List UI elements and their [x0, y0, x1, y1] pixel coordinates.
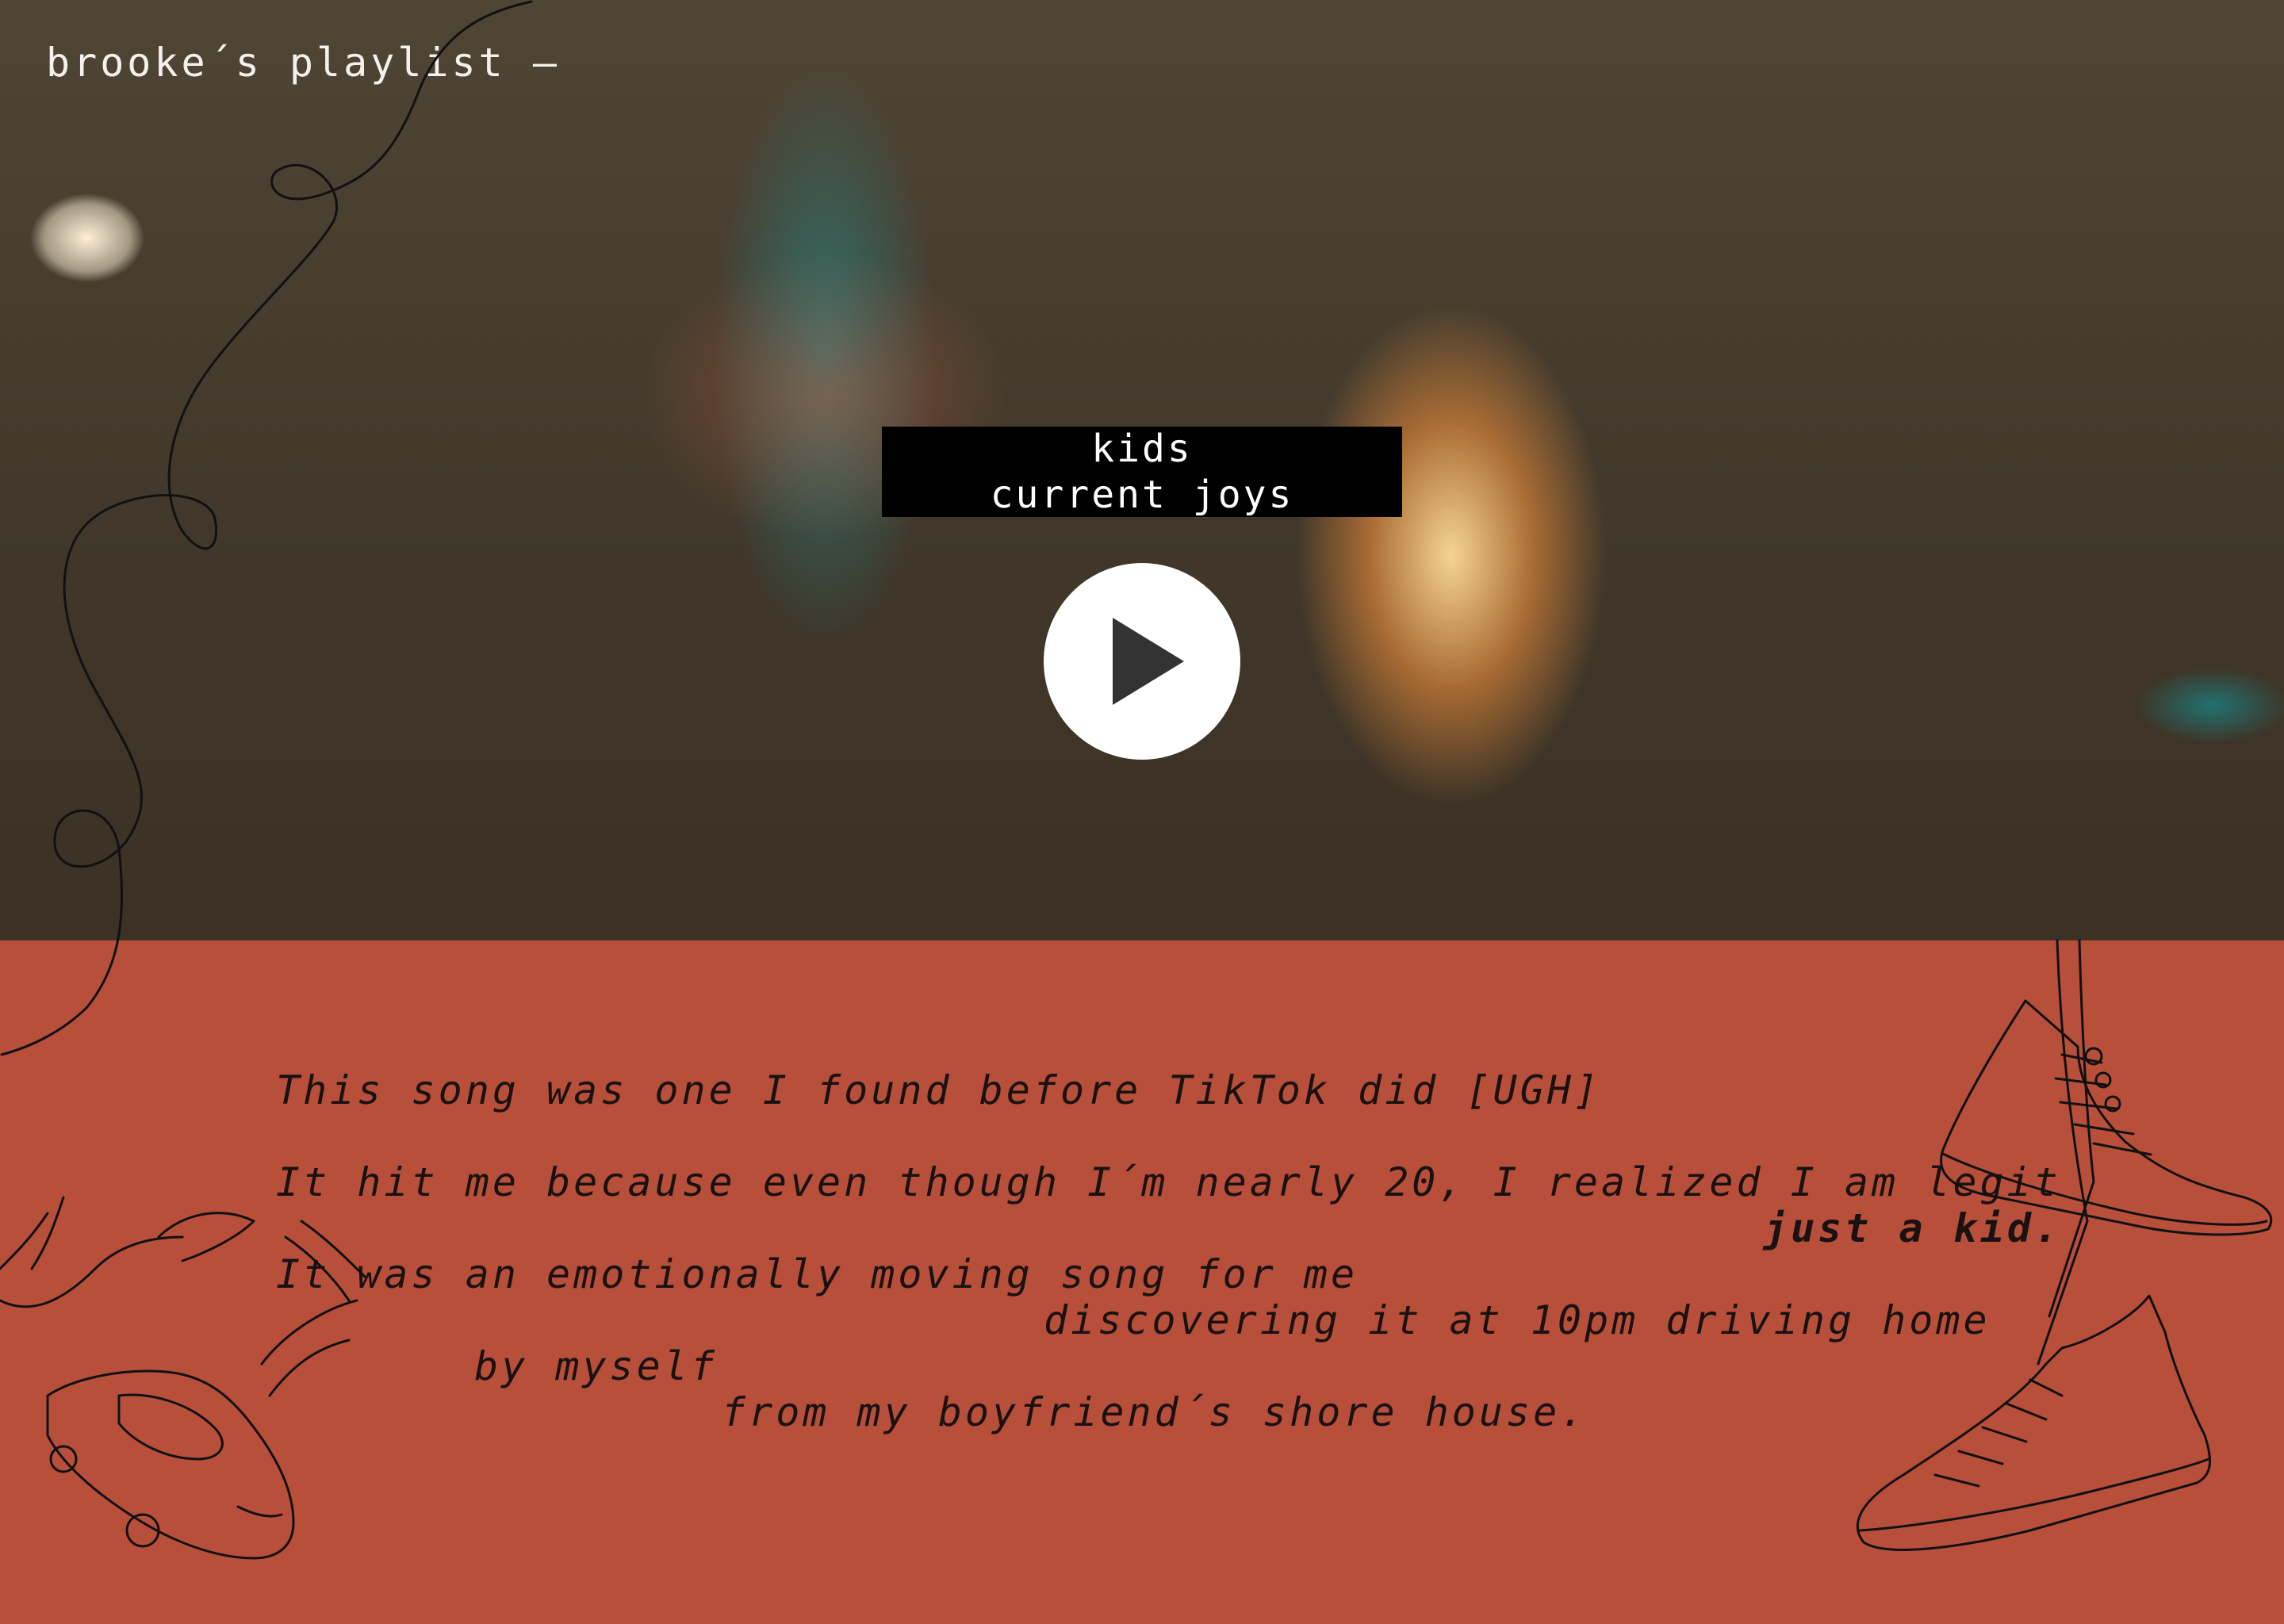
- note-line: by myself: [474, 1343, 718, 1389]
- note-line-emphasis: just a kid.: [1764, 1205, 2062, 1251]
- note-line: This song was one I found before TikTok …: [276, 1067, 1602, 1113]
- note-line: from my boyfriend´s shore house.: [722, 1389, 1588, 1435]
- hero-photo: brooke´s playlist — kids current joys: [0, 0, 2284, 940]
- play-button[interactable]: [1044, 563, 1240, 760]
- note-line: discovering it at 10pm driving home: [1044, 1297, 1991, 1343]
- track-card: kids current joys: [882, 427, 1402, 517]
- note-line: It hit me because even though I´m nearly…: [276, 1159, 2061, 1205]
- note-line: It was an emotionally moving song for me: [276, 1251, 1359, 1297]
- track-title: kids: [1091, 427, 1193, 471]
- song-note: This song was one I found before TikTok …: [0, 940, 2284, 1624]
- track-artist: current joys: [990, 473, 1294, 517]
- play-icon: [1113, 618, 1184, 705]
- playlist-title: brooke´s playlist —: [46, 40, 560, 86]
